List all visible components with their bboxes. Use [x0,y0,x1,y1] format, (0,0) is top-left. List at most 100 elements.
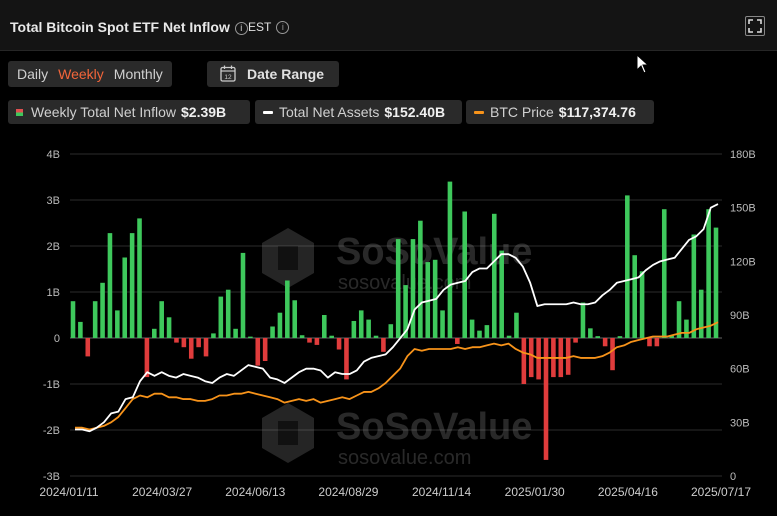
inflow-bar[interactable] [107,233,113,338]
inflow-bar[interactable] [277,312,283,338]
inflow-bar[interactable] [299,335,305,338]
right-axis-tick: 90B [730,310,750,322]
inflow-bar[interactable] [174,338,179,343]
inflow-bar[interactable] [499,250,504,338]
inflow-bar[interactable] [233,328,238,338]
inflow-bar[interactable] [469,319,475,338]
inflow-bar[interactable] [654,338,660,347]
x-axis-tick: 2025/01/30 [505,485,565,499]
x-axis-tick: 2024/08/29 [318,485,378,499]
inflow-bar[interactable] [373,335,379,338]
inflow-bar[interactable] [240,252,246,338]
inflow-bar[interactable] [100,282,105,338]
inflow-bar[interactable] [92,301,98,338]
inflow-bar[interactable] [159,301,164,338]
inflow-bar[interactable] [351,320,357,338]
inflow-bar[interactable] [698,289,704,338]
inflow-bar[interactable] [462,211,467,339]
inflow-bar[interactable] [573,338,578,343]
inflow-bar[interactable] [625,195,630,338]
inflow-bar[interactable] [595,336,601,338]
inflow-bar[interactable] [514,312,519,338]
inflow-bar[interactable] [440,310,445,338]
inflow-bar[interactable] [455,338,460,344]
inflow-bar[interactable] [647,338,652,347]
inflow-bar[interactable] [447,181,453,338]
inflow-bar[interactable] [152,328,157,338]
inflow-bar[interactable] [129,233,135,338]
inflow-bar[interactable] [418,220,423,338]
inflow-bar[interactable] [329,335,334,338]
inflow-bar[interactable] [484,325,490,338]
inflow-bar[interactable] [588,328,593,338]
watermark-brand: SoSoValue [336,406,532,448]
x-axis-tick: 2024/06/13 [225,485,285,499]
inflow-bar[interactable] [528,338,534,378]
inflow-bar[interactable] [358,310,364,338]
inflow-bar[interactable] [617,336,623,338]
inflow-bar[interactable] [218,296,224,338]
inflow-bar[interactable] [322,315,327,338]
watermark-url: sosovalue.com [338,447,471,469]
inflow-bar[interactable] [292,300,298,338]
right-axis-tick: 180B [730,149,756,161]
inflow-bar[interactable] [691,234,697,339]
inflow-bar[interactable] [521,338,527,384]
left-axis-tick: -3B [43,471,60,483]
inflow-bar[interactable] [388,324,394,338]
x-axis-tick: 2024/03/27 [132,485,192,499]
right-axis-tick: 0 [730,471,736,483]
inflow-bar[interactable] [85,338,91,357]
inflow-bar[interactable] [381,338,386,352]
inflow-bar[interactable] [262,338,268,361]
inflow-bar[interactable] [602,338,608,347]
inflow-bar[interactable] [632,255,637,338]
inflow-bar[interactable] [395,239,401,338]
inflow-bar[interactable] [196,338,201,348]
inflow-bar[interactable] [661,209,667,338]
inflow-bar[interactable] [144,338,150,378]
inflow-bar[interactable] [639,271,645,338]
x-axis-tick: 2025/04/16 [598,485,658,499]
inflow-bar[interactable] [203,338,209,357]
inflow-bar[interactable] [248,336,253,338]
inflow-bar[interactable] [270,326,275,339]
inflow-bar[interactable] [336,338,342,350]
chart-area: SoSoValuesosovalue.comSoSoValuesosovalue… [39,149,756,499]
inflow-bar[interactable] [285,280,290,339]
inflow-bar[interactable] [543,338,549,460]
inflow-bar[interactable] [188,338,194,359]
watermark-logo-cutout [278,246,298,270]
inflow-bar[interactable] [181,338,187,348]
inflow-bar[interactable] [506,335,512,338]
right-axis-tick: 120B [730,256,756,268]
watermark-logo-cutout [278,421,298,445]
x-axis-tick: 2024/01/11 [39,485,98,499]
inflow-bar[interactable] [610,338,615,371]
inflow-bar[interactable] [255,338,261,366]
inflow-bar[interactable] [115,310,120,338]
inflow-bar[interactable] [684,319,689,338]
inflow-bar[interactable] [307,338,312,343]
inflow-bar[interactable] [211,333,216,338]
left-axis-tick: -2B [43,425,60,437]
inflow-bar[interactable] [580,302,586,338]
inflow-bar[interactable] [706,209,711,338]
left-axis-tick: 4B [47,149,60,161]
inflow-bar[interactable] [314,338,320,345]
inflow-bar[interactable] [477,330,482,338]
left-axis-tick: 0 [54,333,60,345]
inflow-bar[interactable] [366,319,371,338]
inflow-bar[interactable] [137,218,142,338]
left-axis-tick: 3B [47,195,60,207]
inflow-bar[interactable] [410,239,416,338]
x-axis-tick: 2025/07/17 [691,485,751,499]
inflow-bar[interactable] [166,317,172,338]
inflow-bar[interactable] [122,257,128,339]
right-axis-tick: 150B [730,203,756,215]
inflow-bar[interactable] [78,321,83,338]
inflow-bar[interactable] [70,301,76,338]
inflow-bar[interactable] [225,289,231,338]
inflow-bar[interactable] [491,213,497,338]
left-axis-tick: 1B [47,287,60,299]
